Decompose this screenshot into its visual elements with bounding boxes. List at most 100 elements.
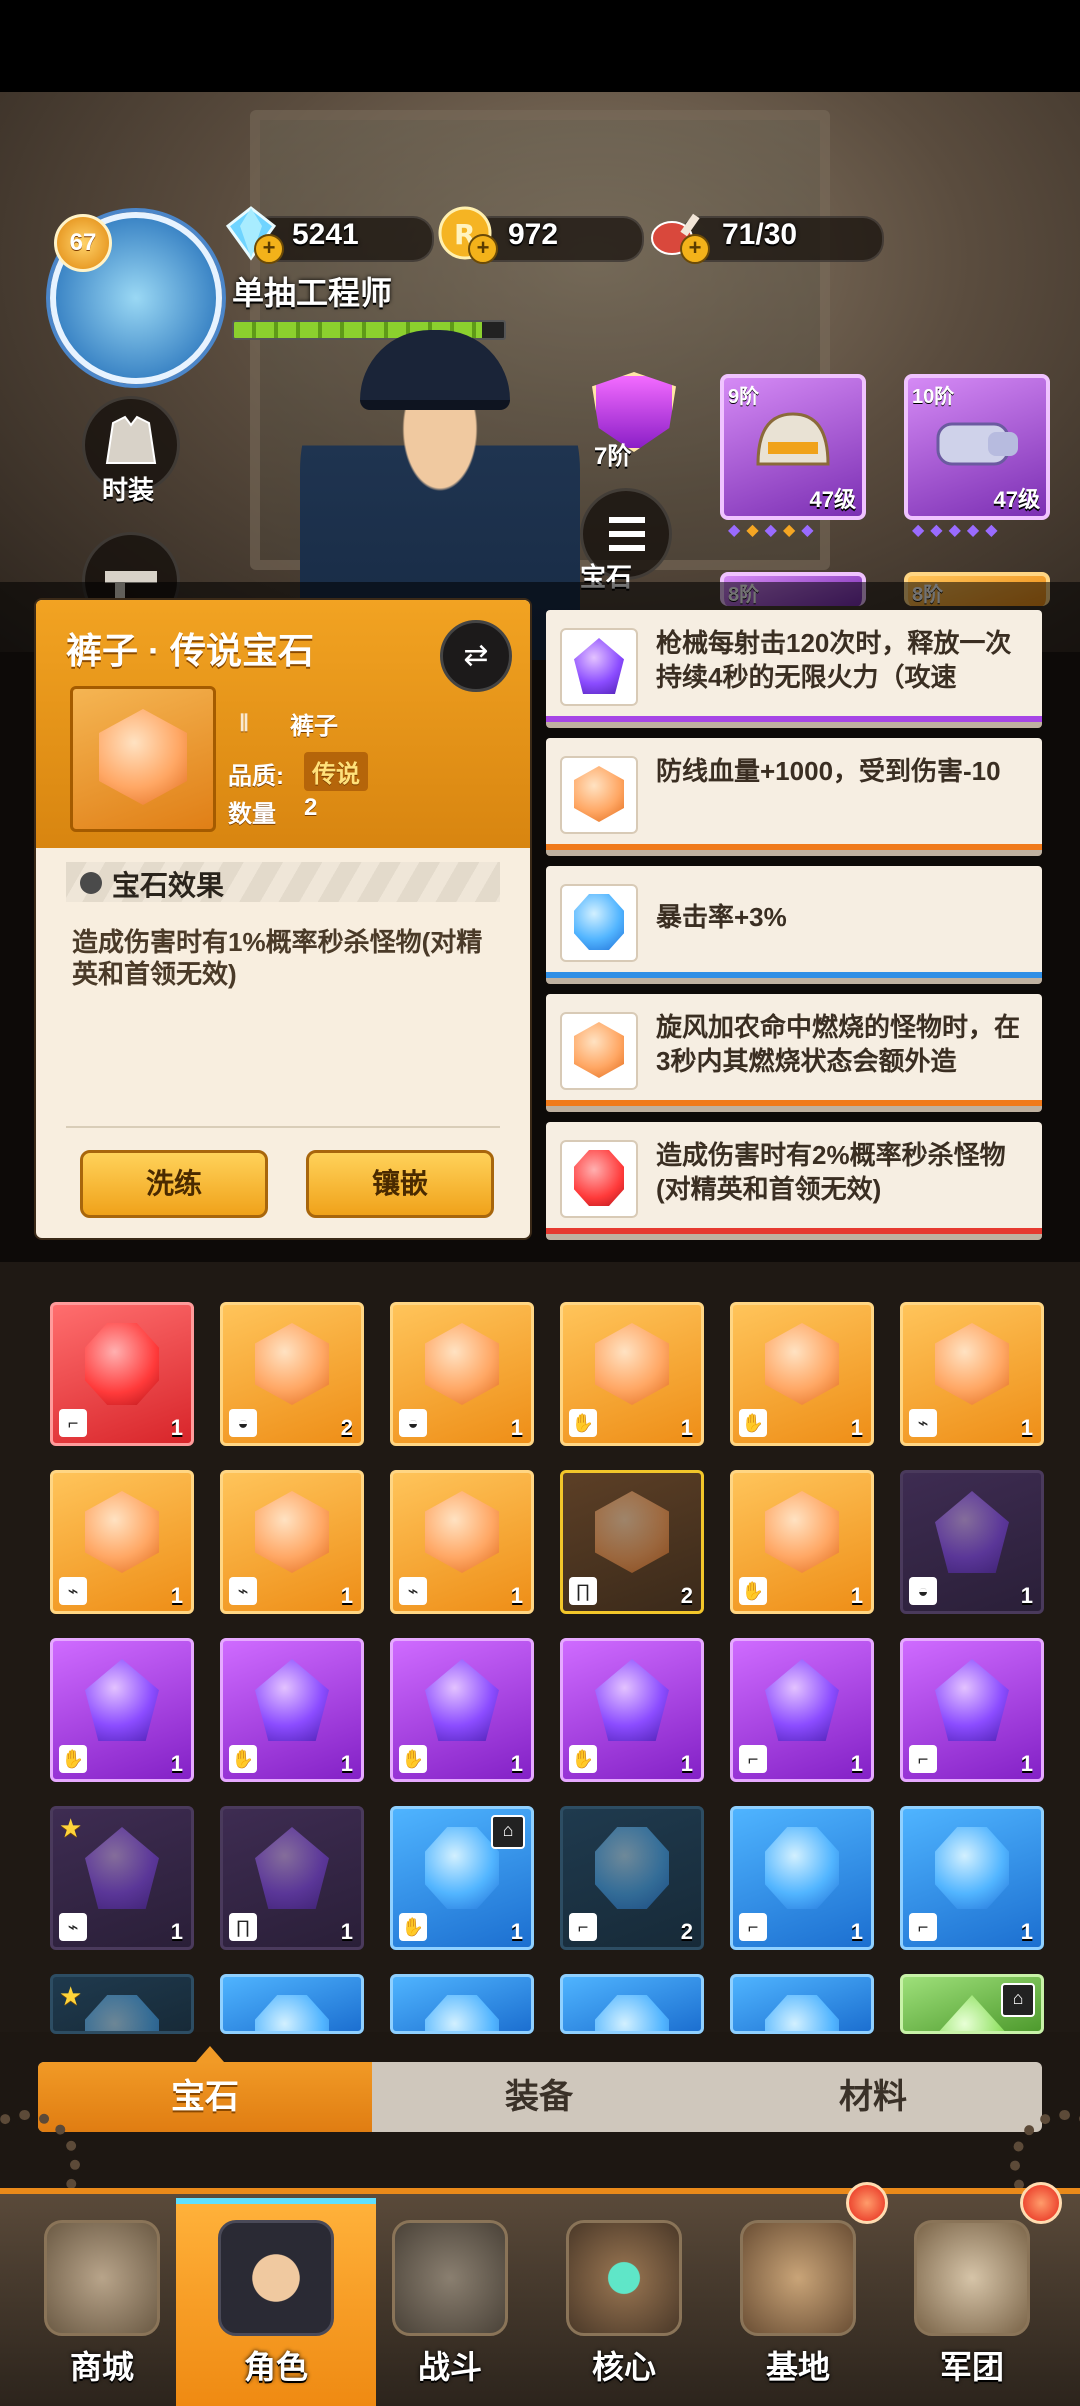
gem-slot-cell[interactable]: ⌁ 1 (390, 1470, 534, 1614)
battle-pistols-icon (392, 2220, 508, 2336)
meat-stamina-icon[interactable]: + (648, 204, 710, 264)
equipment-level: 47级 (993, 487, 1040, 512)
star-icon: ★ (59, 1981, 83, 2011)
equipment-quality-dots: ◆◆◆◆◆ (912, 522, 1004, 539)
gem-slot-cell[interactable]: ✋ 1 (730, 1470, 874, 1614)
gem-slot-cell[interactable]: ◒ 1 (900, 1470, 1044, 1614)
gem-count: 1 (850, 1751, 863, 1776)
nav-character[interactable]: 角色 (196, 2210, 356, 2400)
gem-slot-label: 裤子 (290, 713, 338, 740)
gem-slot-cell[interactable]: ⌁ 1 (900, 1302, 1044, 1446)
glove-slot-icon: ✋ (739, 1409, 767, 1437)
core-emblem-icon (566, 2220, 682, 2336)
gem-count: 1 (510, 1919, 523, 1944)
gem-slot-cell[interactable] (220, 1974, 364, 2034)
plus-icon[interactable]: + (680, 234, 710, 264)
gem-slot-cell[interactable]: ✋ 1 (730, 1302, 874, 1446)
gem-slot-cell[interactable] (730, 1974, 874, 2034)
purple-gem-icon (935, 1659, 1009, 1741)
equipment-card-helmet[interactable]: 9阶 47级 (720, 374, 866, 520)
gold-coin-icon[interactable]: R + (436, 204, 498, 264)
orange-gem-icon (765, 1491, 839, 1573)
orange-gem-icon (85, 1491, 159, 1573)
nav-shop[interactable]: 商城 (22, 2210, 182, 2400)
nav-base[interactable]: 基地 (718, 2210, 878, 2400)
gem-count: 1 (850, 1583, 863, 1608)
helmet-icon (756, 412, 830, 466)
gem-slot-cell[interactable]: ◒ 1 (390, 1302, 534, 1446)
gem-count: 1 (340, 1919, 353, 1944)
boot-slot-icon: ⌐ (739, 1913, 767, 1941)
gem-slot-cell[interactable]: ★ (50, 1974, 194, 2034)
gem-count: 1 (170, 1919, 183, 1944)
purple-gem-icon (255, 1659, 329, 1741)
nav-battle[interactable]: 战斗 (370, 2210, 530, 2400)
gem-slot-cell[interactable] (390, 1974, 534, 2034)
character-icon (218, 2220, 334, 2336)
boot-slot-icon: ⌐ (909, 1745, 937, 1773)
gem-slot-cell[interactable]: ∏ 1 (220, 1806, 364, 1950)
gem-slot-cell[interactable]: ✋ 1 ⌂ (390, 1806, 534, 1950)
gem-slot-cell[interactable]: ✋ 1 (50, 1638, 194, 1782)
gem-slot-cell[interactable]: ⌁ 1 ★ (50, 1806, 194, 1950)
gem-slot-cell[interactable]: ⌐ 1 (730, 1638, 874, 1782)
plus-icon[interactable]: + (468, 234, 498, 264)
swap-icon[interactable]: ⇄ (440, 620, 512, 692)
gem-slot-cell[interactable]: ∏ 2 (560, 1470, 704, 1614)
pants-slot-icon: 𝍪 (240, 710, 249, 737)
gem-slot-cell[interactable]: ◒ 2 (220, 1302, 364, 1446)
tab-equipment[interactable]: 装备 (372, 2062, 706, 2132)
notification-dot (846, 2182, 888, 2224)
blue-gem-icon (595, 1995, 669, 2031)
quality-label: 品质: (228, 763, 284, 790)
pants-slot-icon: ∏ (229, 1913, 257, 1941)
gem-slot-cell[interactable]: ⌂ (900, 1974, 1044, 2034)
helmet-slot-icon: ◒ (909, 1577, 937, 1605)
diamond-icon[interactable]: + (222, 204, 284, 264)
notification-dot (1020, 2182, 1062, 2224)
blue-gem-icon (935, 1827, 1009, 1909)
purple-gem-icon (255, 1827, 329, 1909)
quality-value: 传说 (304, 752, 368, 791)
tab-gems[interactable]: 宝石 (38, 2062, 372, 2132)
boot-slot-icon: ⌐ (569, 1913, 597, 1941)
gem-slot-cell[interactable]: ✋ 1 (220, 1638, 364, 1782)
nav-label: 核心 (591, 2349, 656, 2385)
nav-legion[interactable]: 军团 (892, 2210, 1052, 2400)
orange-gem-icon (425, 1323, 499, 1405)
glove-slot-icon: ✋ (399, 1745, 427, 1773)
lock-icon: ⌂ (1001, 1983, 1035, 2017)
gem-slot-cell[interactable]: ⌐ 1 (900, 1638, 1044, 1782)
equipment-card-glove[interactable]: 10阶 47级 (904, 374, 1050, 520)
set-bonus-text: 枪械每射击120次时，释放一次持续4秒的无限火力（攻速 (656, 628, 1012, 692)
boot-slot-icon: ⌐ (59, 1409, 87, 1437)
tab-materials[interactable]: 材料 (706, 2062, 1040, 2132)
gem-slot-cell[interactable]: ⌐ 1 (730, 1806, 874, 1950)
inlay-button[interactable]: 镶嵌 (306, 1150, 494, 1218)
gem-slot-cell[interactable] (560, 1974, 704, 2034)
gem-count: 1 (1020, 1415, 1033, 1440)
purple-gem-icon (595, 1659, 669, 1741)
equipment-quality-dots: ◆◆◆◆◆ (728, 522, 820, 539)
set-bonus-text: 暴击率+3% (656, 902, 787, 932)
reroll-button[interactable]: 洗练 (80, 1150, 268, 1218)
diamond-count: 5241 (292, 218, 359, 251)
gem-slot-cell[interactable]: ✋ 1 (390, 1638, 534, 1782)
gem-slot-cell[interactable]: ⌐ 2 (560, 1806, 704, 1950)
blue-gem-icon (255, 1995, 329, 2031)
shop-icon (44, 2220, 160, 2336)
gem-count: 1 (170, 1415, 183, 1440)
purple-gem-icon (560, 628, 638, 706)
legion-shield-icon (914, 2220, 1030, 2336)
nav-core[interactable]: 核心 (544, 2210, 704, 2400)
gem-slot-cell[interactable]: ⌐ 1 (50, 1302, 194, 1446)
gem-slot-cell[interactable]: ⌐ 1 (900, 1806, 1044, 1950)
plus-icon[interactable]: + (254, 234, 284, 264)
hand-slot-icon: ✋ (739, 1577, 767, 1605)
gem-slot-cell[interactable]: ✋ 1 (560, 1638, 704, 1782)
gem-slot-cell[interactable]: ✋ 1 (560, 1302, 704, 1446)
blue-gem-icon (425, 1827, 499, 1909)
glove-icon (936, 422, 1018, 466)
gem-slot-cell[interactable]: ⌁ 1 (50, 1470, 194, 1614)
gem-slot-cell[interactable]: ⌁ 1 (220, 1470, 364, 1614)
